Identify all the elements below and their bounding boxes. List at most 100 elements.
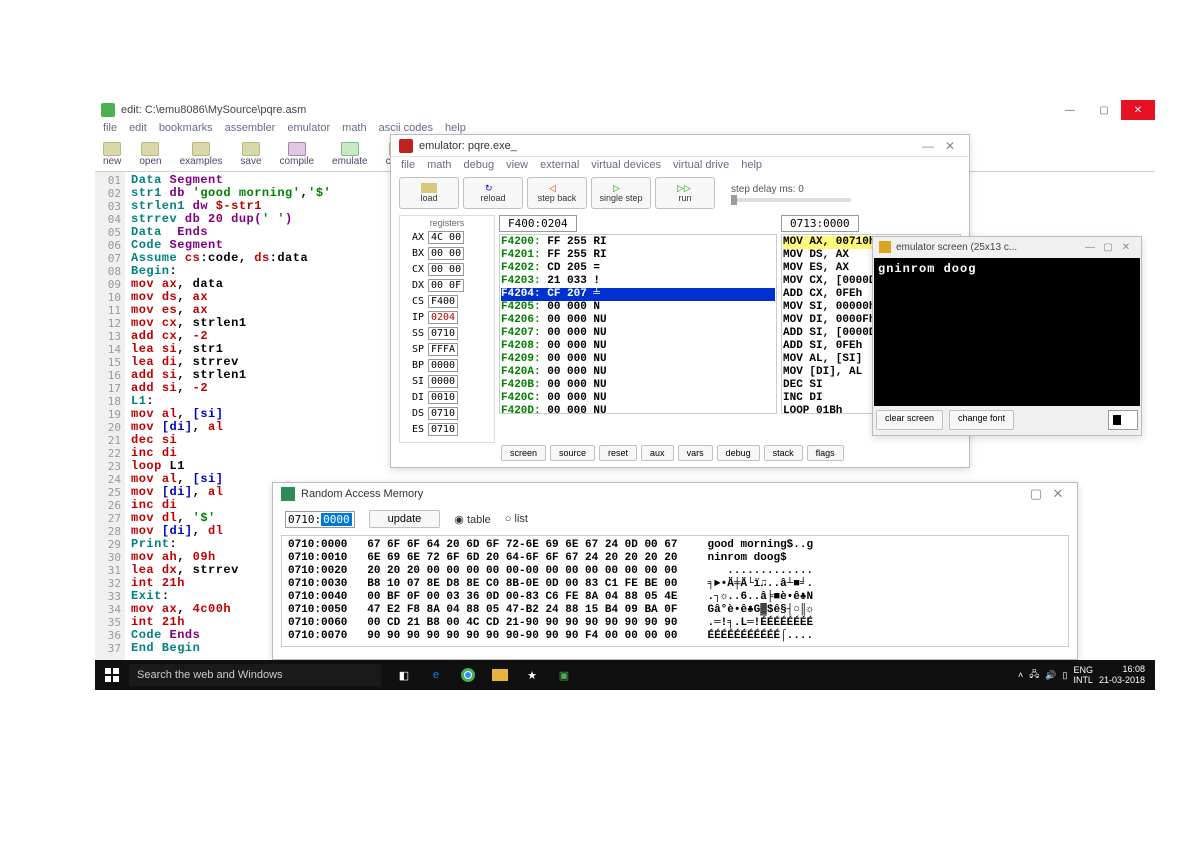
btn-reset[interactable]: reset <box>599 445 637 461</box>
reg-sp[interactable]: FFFA <box>428 343 458 356</box>
update-button[interactable]: update <box>369 510 441 528</box>
registers-panel: registers AX4C 00 BX00 00 CX00 00 DX00 0… <box>399 215 495 443</box>
screen-output: gninrom doog <box>874 258 1140 406</box>
screen-titlebar[interactable]: emulator screen (25x13 c... — ▢ ✕ <box>873 237 1141 257</box>
emulator-titlebar[interactable]: emulator: pqre.exe_ — ✕ <box>391 135 969 157</box>
clock[interactable]: 16:0821-03-2018 <box>1099 664 1145 686</box>
explorer-icon[interactable] <box>492 669 508 681</box>
tool-emulate[interactable]: emulate <box>332 142 368 167</box>
btn-screen[interactable]: screen <box>501 445 546 461</box>
ram-address-input[interactable]: 0710:0000 <box>285 511 355 528</box>
reg-cs[interactable]: F400 <box>428 295 458 308</box>
app-icon-1[interactable]: ★ <box>517 660 547 690</box>
network-icon[interactable]: 🖧 <box>1029 667 1039 683</box>
app-icon <box>101 103 115 117</box>
editor-titlebar[interactable]: edit: C:\emu8086\MySource\pqre.asm — ▢ ✕ <box>95 100 1155 120</box>
reg-bp[interactable]: 0000 <box>428 359 458 372</box>
ram-icon <box>281 487 295 501</box>
line-gutter: 01 02 03 04 05 06 07 08 09 10 11 12 13 1… <box>95 172 125 664</box>
tool-compile[interactable]: compile <box>280 142 314 167</box>
emu-menu-vdev[interactable]: virtual devices <box>591 159 661 173</box>
emulator-title: emulator: pqre.exe_ <box>419 140 517 152</box>
reg-bx[interactable]: 00 00 <box>428 247 464 260</box>
stepback-button[interactable]: ◁step back <box>527 177 587 209</box>
taskview-icon[interactable]: ◧ <box>389 660 419 690</box>
start-button[interactable] <box>95 660 129 690</box>
emu-menu-view[interactable]: view <box>506 159 528 173</box>
emu-menu-external[interactable]: external <box>540 159 579 173</box>
tool-new[interactable]: new <box>103 142 121 167</box>
emulator-screen-window[interactable]: emulator screen (25x13 c... — ▢ ✕ gninro… <box>872 236 1142 436</box>
maximize-button[interactable]: ▢ <box>1087 100 1121 120</box>
menu-math[interactable]: math <box>342 122 366 136</box>
btn-source[interactable]: source <box>550 445 595 461</box>
btn-vars[interactable]: vars <box>678 445 713 461</box>
reg-ss[interactable]: 0710 <box>428 327 458 340</box>
ram-titlebar[interactable]: Random Access Memory ▢ ✕ <box>273 483 1077 505</box>
run-button[interactable]: ▷▷run <box>655 177 715 209</box>
menu-emulator[interactable]: emulator <box>287 122 330 136</box>
reg-es[interactable]: 0710 <box>428 423 458 436</box>
radio-table[interactable]: ◉ table <box>454 513 491 526</box>
hex-dump-list[interactable]: F4200: FF 255 RIF4201: FF 255 RIF4202: C… <box>499 234 777 414</box>
chrome-icon[interactable] <box>453 660 483 690</box>
reg-cx[interactable]: 00 00 <box>428 263 464 276</box>
scr-max[interactable]: ▢ <box>1099 242 1117 253</box>
menu-assembler[interactable]: assembler <box>225 122 276 136</box>
btn-debug[interactable]: debug <box>717 445 760 461</box>
emu-menu-file[interactable]: file <box>401 159 415 173</box>
change-font-button[interactable]: change font <box>949 410 1014 430</box>
reg-si[interactable]: 0000 <box>428 375 458 388</box>
reg-ax[interactable]: 4C 00 <box>428 231 464 244</box>
ram-window[interactable]: Random Access Memory ▢ ✕ 0710:0000 updat… <box>272 482 1078 660</box>
emulator-toolbar: load ↻reload ◁step back ▷single step ▷▷r… <box>391 175 969 211</box>
emu-minimize[interactable]: — <box>917 139 939 153</box>
minimize-button[interactable]: — <box>1053 100 1087 120</box>
menu-bookmarks[interactable]: bookmarks <box>159 122 213 136</box>
chevron-up-icon[interactable]: ˄ <box>1018 670 1023 680</box>
emu-menu-math[interactable]: math <box>427 159 451 173</box>
clear-screen-button[interactable]: clear screen <box>876 410 943 430</box>
tool-open[interactable]: open <box>139 142 161 167</box>
menu-edit[interactable]: edit <box>129 122 147 136</box>
emulator-icon <box>399 139 413 153</box>
reg-dx[interactable]: 00 0F <box>428 279 464 292</box>
volume-icon[interactable]: 🔊 <box>1045 670 1056 681</box>
radio-list[interactable]: ○ list <box>505 513 528 525</box>
emu-menu-vdrive[interactable]: virtual drive <box>673 159 729 173</box>
reg-ip[interactable]: 0204 <box>428 311 458 324</box>
load-button[interactable]: load <box>399 177 459 209</box>
btn-stack[interactable]: stack <box>764 445 803 461</box>
ram-close[interactable]: ✕ <box>1047 486 1069 502</box>
editor-title: edit: C:\emu8086\MySource\pqre.asm <box>121 104 306 116</box>
tool-save[interactable]: save <box>240 142 261 167</box>
reg-ds[interactable]: 0710 <box>428 407 458 420</box>
emulator-bottom-buttons: screen source reset aux vars debug stack… <box>501 445 844 461</box>
edge-icon[interactable]: e <box>421 660 451 690</box>
step-delay-slider[interactable]: step delay ms: 0 <box>731 184 851 202</box>
reload-button[interactable]: ↻reload <box>463 177 523 209</box>
cursor-preview <box>1108 410 1138 430</box>
scr-close[interactable]: ✕ <box>1117 242 1135 253</box>
emu-menu-debug[interactable]: debug <box>464 159 495 173</box>
system-tray[interactable]: ˄ 🖧 🔊 ▯ ENGINTL 16:0821-03-2018 <box>1018 664 1155 686</box>
scr-min[interactable]: — <box>1081 242 1099 253</box>
emu-close[interactable]: ✕ <box>939 139 961 153</box>
memory-address-left[interactable]: F400:0204 <box>499 215 577 232</box>
taskbar: Search the web and Windows ◧ e ★ ▣ ˄ 🖧 🔊… <box>95 660 1155 690</box>
ram-max[interactable]: ▢ <box>1025 486 1047 502</box>
close-button[interactable]: ✕ <box>1121 100 1155 120</box>
tool-examples[interactable]: examples <box>180 142 223 167</box>
btn-aux[interactable]: aux <box>641 445 674 461</box>
menu-file[interactable]: file <box>103 122 117 136</box>
reg-di[interactable]: 0010 <box>428 391 458 404</box>
emu-menu-help[interactable]: help <box>741 159 762 173</box>
search-input[interactable]: Search the web and Windows <box>129 664 381 686</box>
app-icon-2[interactable]: ▣ <box>549 660 579 690</box>
code-address-right[interactable]: 0713:0000 <box>781 215 859 232</box>
emulator-menu-bar: file math debug view external virtual de… <box>391 157 969 175</box>
btn-flags[interactable]: flags <box>807 445 844 461</box>
singlestep-button[interactable]: ▷single step <box>591 177 651 209</box>
battery-icon[interactable]: ▯ <box>1062 670 1067 681</box>
ram-dump[interactable]: 0710:0000 67 6F 6F 64 20 6D 6F 72-6E 69 … <box>281 535 1069 647</box>
